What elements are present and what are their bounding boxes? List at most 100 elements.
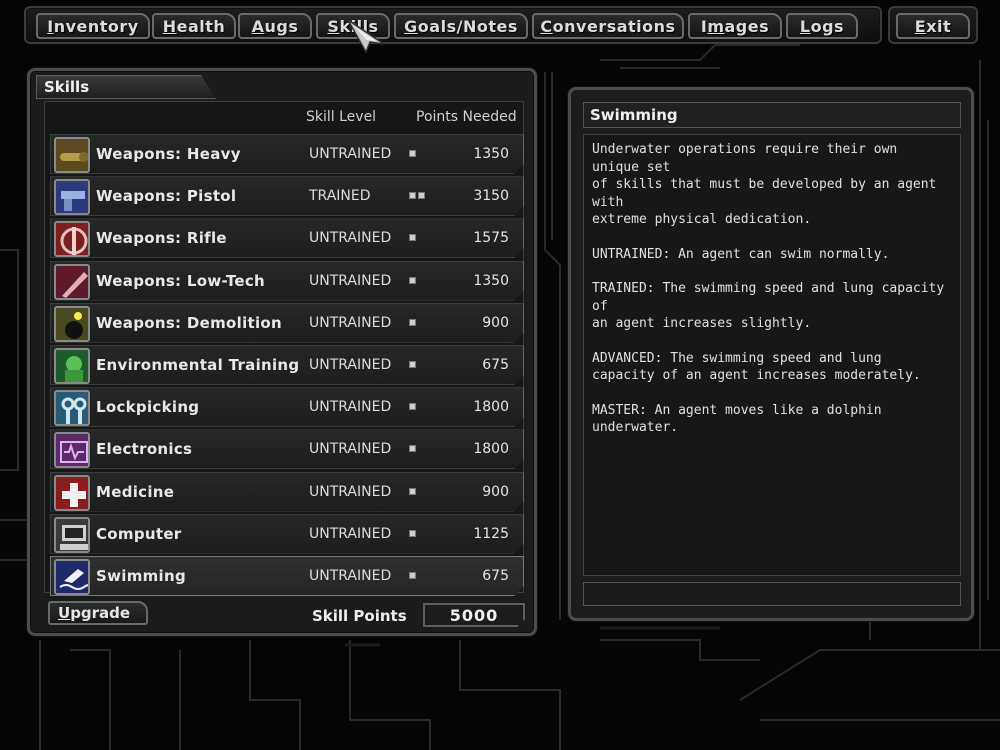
skill-level-pip (409, 361, 416, 368)
skill-level-pips (409, 192, 425, 199)
exit-container: Exit (888, 6, 978, 44)
upgrade-button[interactable]: Upgrade (48, 601, 148, 625)
top-nav-bar: Inventory Health Augs Skills Goals/Notes… (24, 6, 882, 44)
skill-row[interactable]: Lockpicking UNTRAINED 1800 (50, 387, 524, 427)
skill-level: UNTRAINED (309, 314, 392, 331)
skill-row[interactable]: Weapons: Pistol TRAINED 3150 (50, 176, 524, 216)
skill-level-pips (409, 277, 416, 284)
tab-goals-notes[interactable]: Goals/Notes (394, 13, 528, 39)
skill-points-value: 5000 (423, 603, 525, 627)
computer-icon (54, 517, 90, 553)
description-paragraph: UNTRAINED: An agent can swim normally. (592, 246, 890, 262)
description-footer-bar (583, 582, 961, 606)
skill-points-label: Skill Points (312, 607, 407, 625)
skill-name: Weapons: Demolition (96, 313, 283, 332)
skill-level: TRAINED (309, 188, 371, 205)
skill-name: Weapons: Low-Tech (96, 271, 266, 290)
skill-level-pip (409, 403, 416, 410)
skill-level-pips (409, 403, 416, 410)
hazmat-icon (54, 348, 90, 384)
skill-level: UNTRAINED (309, 441, 392, 458)
skill-level: UNTRAINED (309, 399, 392, 416)
skill-name: Weapons: Pistol (96, 187, 237, 206)
skill-name: Weapons: Heavy (96, 145, 241, 163)
skill-row[interactable]: Electronics UNTRAINED 1800 (50, 429, 524, 469)
skill-description-body: Underwater operations require their own … (583, 134, 961, 576)
skill-level-pip (409, 277, 416, 284)
skill-level-pip (409, 192, 416, 199)
skill-level: UNTRAINED (309, 272, 392, 289)
swimmer-icon (54, 559, 90, 595)
heavy-weapon-icon (54, 137, 90, 173)
skill-level: UNTRAINED (309, 525, 392, 542)
skill-row[interactable]: Medicine UNTRAINED 900 (50, 472, 524, 512)
skill-level-pips (409, 572, 416, 579)
skill-row[interactable]: Weapons: Low-Tech UNTRAINED 1350 (50, 261, 524, 301)
skill-level: UNTRAINED (309, 568, 392, 584)
skill-level: UNTRAINED (309, 146, 392, 162)
skill-row[interactable]: Swimming UNTRAINED 675 (50, 556, 524, 596)
circuit-icon (54, 432, 90, 468)
skill-row[interactable]: Weapons: Rifle UNTRAINED 1575 (50, 218, 524, 258)
skill-name: Lockpicking (96, 398, 200, 417)
pistol-icon (54, 179, 90, 215)
skill-points-needed: 900 (482, 314, 509, 331)
skills-panel: Skills Skill Level Points Needed Weapons… (27, 68, 537, 636)
skill-level-pips (409, 234, 416, 241)
skill-level-pip (409, 234, 416, 241)
skill-points-needed: 675 (482, 357, 509, 373)
skill-points-needed: 1350 (473, 272, 509, 289)
rifle-icon (54, 221, 90, 257)
tab-logs[interactable]: Logs (786, 13, 858, 39)
skill-level-pip (409, 150, 416, 157)
tab-inventory[interactable]: Inventory (36, 13, 150, 39)
tab-images[interactable]: Im ages (688, 13, 782, 39)
skill-level-pips (409, 319, 416, 326)
bomb-icon (54, 306, 90, 342)
skill-level: UNTRAINED (309, 483, 392, 500)
skill-name: Medicine (96, 482, 175, 501)
skill-level-pips (409, 445, 416, 452)
skill-level: UNTRAINED (309, 230, 392, 247)
description-paragraph: ADVANCED: The swimming speed and lung ca… (592, 350, 921, 384)
skill-level: UNTRAINED (309, 357, 392, 373)
skill-description-panel: Swimming Underwater operations require t… (568, 87, 974, 621)
skill-row[interactable]: Weapons: Heavy UNTRAINED 1350 (50, 134, 524, 174)
skill-level-pip (409, 488, 416, 495)
skills-panel-title: Skills (44, 78, 90, 96)
skill-level-pips (409, 150, 416, 157)
skill-points-needed: 3150 (473, 188, 509, 205)
description-paragraph: TRAINED: The swimming speed and lung cap… (592, 281, 945, 331)
skill-level-pip (418, 192, 425, 199)
skill-level-pips (409, 488, 416, 495)
skill-points-needed: 1125 (473, 525, 509, 542)
skill-name: Swimming (96, 567, 187, 585)
skill-level-pip (409, 319, 416, 326)
skill-level-pip (409, 445, 416, 452)
skill-level-pip (409, 572, 416, 579)
skill-points-needed: 900 (482, 483, 509, 500)
skill-level-pips (409, 361, 416, 368)
skill-name: Environmental Training (96, 356, 300, 374)
tab-health[interactable]: Health (152, 13, 236, 39)
skill-name: Weapons: Rifle (96, 229, 227, 248)
skill-points-needed: 1575 (473, 230, 509, 247)
column-header-points-needed: Points Needed (416, 109, 517, 125)
skill-points-needed: 1800 (473, 399, 509, 416)
skill-points-needed: 675 (482, 568, 509, 584)
knife-icon (54, 264, 90, 300)
skill-name: Electronics (96, 440, 193, 459)
skill-row[interactable]: Weapons: Demolition UNTRAINED 900 (50, 303, 524, 343)
skill-level-pips (409, 530, 416, 537)
tab-augs[interactable]: Augs (238, 13, 312, 39)
description-paragraph: Underwater operations require their own … (592, 142, 937, 227)
skill-description-title: Swimming (583, 102, 961, 128)
skill-points-needed: 1350 (473, 146, 509, 162)
skill-row[interactable]: Computer UNTRAINED 1125 (50, 514, 524, 554)
description-paragraph: MASTER: An agent moves like a dolphin un… (592, 402, 882, 436)
skill-name: Computer (96, 524, 182, 543)
tab-conversations[interactable]: Conversations (532, 13, 684, 39)
exit-button[interactable]: Exit (896, 13, 970, 39)
lockpick-icon (54, 390, 90, 426)
skill-row[interactable]: Environmental Training UNTRAINED 675 (50, 345, 524, 385)
